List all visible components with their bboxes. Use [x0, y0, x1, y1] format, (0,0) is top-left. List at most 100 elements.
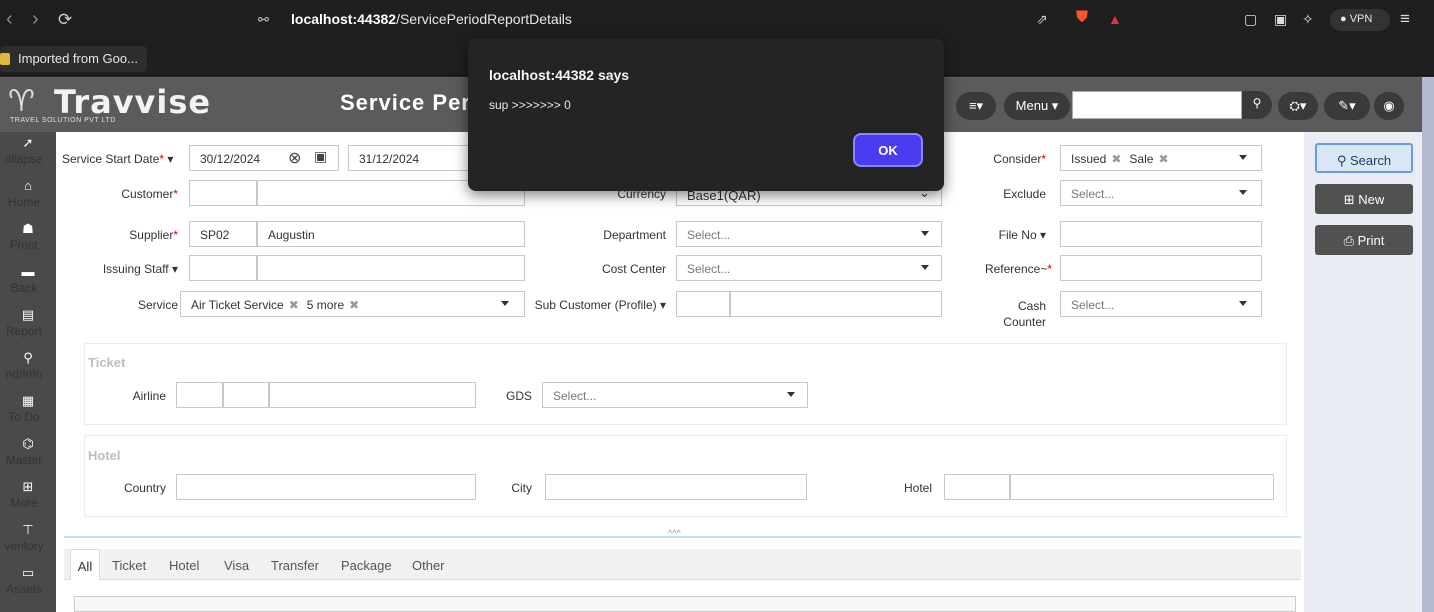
reference-input[interactable] — [1060, 255, 1262, 281]
home-icon: ⌂ — [24, 178, 32, 193]
tab-package[interactable]: Package — [341, 549, 392, 580]
city-input[interactable] — [545, 474, 807, 500]
sidebar-item-inventory[interactable]: ⊤ ventory — [0, 523, 56, 563]
sub-customer-name-input[interactable] — [730, 291, 942, 317]
cash-counter-select[interactable]: Select... — [1060, 291, 1262, 317]
tab-all[interactable]: All — [70, 549, 100, 580]
search-icon: ⚲ — [23, 350, 33, 365]
sidebar-item-master[interactable]: ⌬ Master — [0, 437, 56, 477]
cost-center-label: Cost Center — [601, 262, 666, 276]
country-input[interactable] — [176, 474, 476, 500]
remove-tag-icon: ✖ — [1158, 152, 1169, 166]
collapse-chevrons-icon[interactable]: ^^^ — [668, 528, 681, 538]
cost-center-select[interactable]: Select... — [676, 255, 942, 281]
sidebar-toggle-icon[interactable]: ▢ — [1244, 11, 1257, 28]
sidebar-item-back[interactable]: ▬ Back — [0, 265, 56, 305]
page-scrollbar[interactable] — [1422, 77, 1434, 612]
department-label: Department — [603, 228, 666, 242]
print-button[interactable]: ⎙ Print — [1315, 225, 1413, 255]
sidebar-item-home[interactable]: ⌂ Home — [0, 179, 56, 219]
issuing-staff-name-input[interactable] — [257, 255, 525, 281]
file-no-input[interactable] — [1060, 221, 1262, 247]
brave-shield-icon[interactable]: ⛊ — [1076, 9, 1088, 27]
sidebar-item-todo[interactable]: ▦ To Do — [0, 394, 56, 434]
url-text: localhost:44382/ServicePeriodReportDetai… — [291, 11, 572, 27]
airline-prefix-input[interactable] — [223, 382, 269, 408]
consider-label: Consider* — [993, 152, 1046, 166]
extensions-icon[interactable]: ✧ — [1302, 11, 1314, 28]
collapse-icon: ➚ — [22, 135, 34, 150]
section-divider[interactable] — [64, 536, 1301, 538]
date-to-input[interactable]: 31/12/2024 — [348, 145, 470, 171]
exclude-label: Exclude — [1003, 187, 1046, 201]
site-info-icon[interactable]: ⚯ — [258, 12, 269, 28]
hotel-section-title: Hotel — [88, 448, 121, 463]
hotel-code-input[interactable] — [944, 474, 1010, 500]
tab-hotel[interactable]: Hotel — [169, 549, 199, 580]
main-menu-button[interactable]: Menu ▾ — [1004, 92, 1070, 120]
cart-icon: ⊤ — [22, 522, 34, 537]
clear-date-icon[interactable]: ⊗ — [288, 148, 301, 168]
ok-button[interactable]: OK — [853, 133, 923, 167]
header-search-input[interactable] — [1072, 91, 1242, 119]
remove-tag-icon: ✖ — [1111, 152, 1122, 166]
tab-other[interactable]: Other — [412, 549, 445, 580]
service-select[interactable]: Air Ticket Service ✖ 5 more ✖ — [180, 291, 525, 317]
exclude-select[interactable]: Select... — [1060, 180, 1262, 206]
sub-customer-code-input[interactable] — [676, 291, 730, 317]
service-start-date-label[interactable]: Service Start Date* ▾ — [62, 152, 173, 166]
calendar-icon[interactable]: ▣ — [314, 148, 327, 165]
issuing-staff-code-input[interactable] — [189, 255, 257, 281]
brave-rewards-icon[interactable]: ▲ — [1108, 11, 1122, 27]
list-icon: ▦ — [21, 393, 35, 408]
customer-code-input[interactable] — [189, 180, 257, 206]
search-button[interactable]: ⚲ Search — [1315, 143, 1413, 173]
bookmark-folder[interactable]: Imported from Goo... — [0, 46, 147, 72]
consider-tag-issued[interactable]: Issued ✖ — [1071, 152, 1121, 166]
back-arrow-icon[interactable]: ‹ — [6, 8, 13, 31]
sidebar-item-collapse[interactable]: ➚ ollapse — [0, 136, 56, 176]
sidebar-item-front[interactable]: ☗ Front — [0, 222, 56, 262]
tab-transfer[interactable]: Transfer — [271, 549, 319, 580]
sidebar-item-find-info[interactable]: ⚲ nd/Info — [0, 351, 56, 391]
card-icon: ▬ — [21, 264, 35, 279]
forward-arrow-icon[interactable]: › — [32, 8, 39, 31]
new-button[interactable]: ⊞ New — [1315, 184, 1413, 214]
vpn-button[interactable]: ● VPN — [1330, 9, 1390, 31]
tab-ticket[interactable]: Ticket — [112, 549, 146, 580]
file-no-label[interactable]: File No ▾ — [990, 228, 1046, 242]
consider-tag-sale[interactable]: Sale ✖ — [1129, 152, 1168, 166]
user-icon[interactable]: ◉ — [1374, 92, 1404, 120]
gds-select[interactable]: Select... — [542, 382, 808, 408]
menu-icon[interactable]: ≡ — [1400, 9, 1410, 29]
tab-visa[interactable]: Visa — [224, 549, 249, 580]
service-tag-more[interactable]: 5 more ✖ — [307, 298, 359, 312]
reload-icon[interactable]: ⟳ — [58, 10, 72, 30]
department-select[interactable]: Select... — [676, 221, 942, 247]
sidebar-item-assets[interactable]: ▭ Assets — [0, 566, 56, 606]
airline-code-input[interactable] — [176, 382, 223, 408]
menu-list-button[interactable]: ≡▾ — [956, 92, 996, 120]
chevron-down-icon — [1239, 190, 1247, 195]
sub-customer-label[interactable]: Sub Customer (Profile) ▾ — [524, 298, 666, 312]
sidebar-item-more[interactable]: ⊞ More — [0, 480, 56, 520]
issuing-staff-label[interactable]: Issuing Staff ▾ — [92, 262, 178, 276]
consider-select[interactable]: Issued ✖ Sale ✖ — [1060, 145, 1262, 171]
header-search-button[interactable]: ⚲ — [1242, 91, 1272, 119]
sidebar-item-report[interactable]: ▤ Report — [0, 308, 56, 348]
supplier-code-input[interactable]: SP02 — [189, 221, 257, 247]
tab-bar: All Ticket Hotel Visa Transfer Package O… — [64, 549, 1301, 580]
sitemap-icon: ⊞ — [22, 479, 34, 494]
translate-button[interactable]: ⛭▾ — [1278, 92, 1318, 120]
report-icon: ▤ — [21, 307, 35, 322]
remove-tag-icon: ✖ — [349, 298, 360, 312]
service-tag-air-ticket[interactable]: Air Ticket Service ✖ — [191, 298, 299, 312]
share-icon[interactable]: ⇗ — [1036, 11, 1048, 28]
tab-search-icon[interactable]: ▣ — [1274, 11, 1287, 28]
hotel-name-input[interactable] — [1010, 474, 1274, 500]
airline-name-input[interactable] — [269, 382, 476, 408]
plus-icon: ⊞ — [1343, 192, 1355, 207]
chevron-down-icon — [501, 301, 509, 306]
theme-button[interactable]: ✎▾ — [1324, 92, 1370, 120]
supplier-name-input[interactable]: Augustin — [257, 221, 525, 247]
